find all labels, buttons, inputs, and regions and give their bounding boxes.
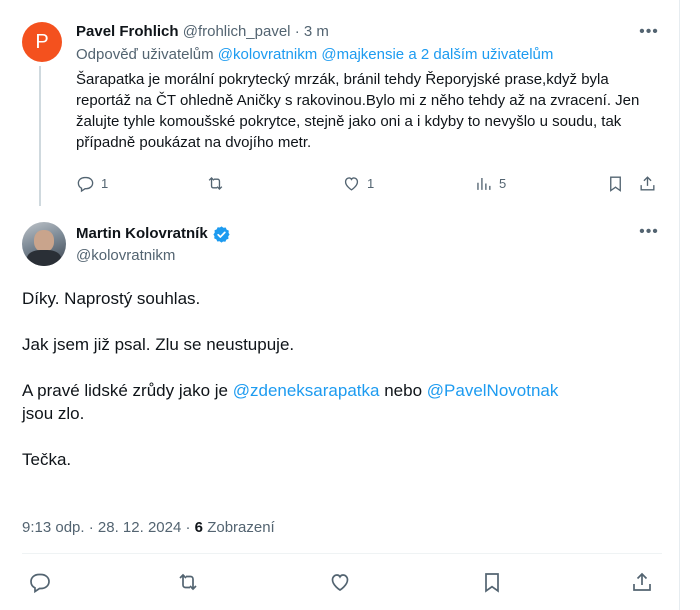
avatar-head bbox=[34, 230, 54, 252]
heart-icon bbox=[331, 574, 349, 591]
timestamp[interactable]: 3 m bbox=[304, 23, 329, 40]
share-icon bbox=[633, 572, 651, 591]
avatar[interactable] bbox=[22, 222, 66, 266]
text-fragment: A pravé lidské zrůdy jako je bbox=[22, 381, 228, 400]
timeline-frame: P Pavel Frohlich @frohlich_pavel · 3 m •… bbox=[0, 0, 680, 610]
retweet-button[interactable] bbox=[176, 570, 200, 599]
comment-icon bbox=[30, 573, 50, 594]
mention-link[interactable]: @zdeneksarapatka bbox=[233, 381, 380, 400]
reply-button[interactable] bbox=[28, 570, 52, 599]
retweet-icon bbox=[208, 177, 223, 190]
text-fragment: nebo bbox=[384, 381, 423, 400]
like-button[interactable]: 1 bbox=[342, 174, 374, 193]
avatar-letter: P bbox=[35, 30, 49, 53]
comment-icon bbox=[77, 176, 94, 193]
tweet-meta: 9:13 odp. · 28. 12. 2024 · 6 Zobrazení bbox=[22, 518, 275, 538]
mention-link[interactable]: @PavelNovotnak bbox=[427, 381, 559, 400]
reply-tweet[interactable]: P Pavel Frohlich @frohlich_pavel · 3 m •… bbox=[0, 0, 680, 206]
replying-prefix: Odpověď uživatelům bbox=[76, 46, 214, 63]
text-line: Jak jsem již psal. Zlu se neustupuje. bbox=[22, 335, 295, 354]
author-handle[interactable]: @frohlich_pavel bbox=[183, 23, 291, 40]
more-dots-icon[interactable]: ••• bbox=[638, 22, 660, 42]
tweet-text: Díky. Naprostý souhlas. Jak jsem již psa… bbox=[22, 287, 662, 471]
bookmark-button[interactable] bbox=[606, 174, 625, 193]
verified-badge-icon[interactable] bbox=[212, 225, 231, 244]
retweet-button[interactable] bbox=[206, 174, 231, 193]
share-button[interactable] bbox=[630, 570, 654, 599]
retweet-icon bbox=[179, 573, 197, 591]
bookmark-icon bbox=[610, 176, 621, 192]
author-name[interactable]: Martin Kolovratník bbox=[76, 224, 208, 244]
reply-button[interactable]: 1 bbox=[76, 174, 108, 193]
analytics-icon bbox=[477, 177, 491, 190]
mention-link[interactable]: @kolovratnikm bbox=[218, 46, 317, 63]
separator-dot: · bbox=[294, 23, 300, 40]
tweet-time[interactable]: 9:13 odp. bbox=[22, 519, 85, 536]
thread-line bbox=[39, 66, 41, 206]
more-dots-icon[interactable]: ••• bbox=[638, 222, 660, 242]
others-link[interactable]: a 2 dalším uživatelům bbox=[408, 46, 553, 63]
action-bar: 1 1 5 bbox=[76, 174, 666, 196]
reply-count: 1 bbox=[101, 176, 109, 191]
action-bar bbox=[22, 570, 662, 598]
bookmark-icon bbox=[485, 573, 499, 593]
text-line: Tečka. bbox=[22, 450, 72, 469]
heart-icon bbox=[344, 177, 359, 191]
replying-to: Odpověď uživatelům @kolovratnikm @majken… bbox=[76, 45, 553, 65]
tweet-date[interactable]: 28. 12. 2024 bbox=[98, 519, 181, 536]
text-fragment: jsou zlo. bbox=[22, 404, 85, 423]
share-icon bbox=[640, 176, 655, 191]
like-button[interactable] bbox=[328, 570, 352, 599]
author-name[interactable]: Pavel Frohlich bbox=[76, 23, 179, 40]
author-handle[interactable]: @kolovratnikm bbox=[76, 246, 175, 266]
text-line: A pravé lidské zrůdy jako je @zdeneksara… bbox=[22, 379, 662, 425]
avatar-body bbox=[27, 250, 61, 266]
tweet-text: Šarapatka je morální pokrytecký mrzák, b… bbox=[76, 71, 640, 151]
divider bbox=[22, 553, 662, 554]
avatar[interactable]: P bbox=[22, 22, 62, 62]
views-button[interactable]: 5 bbox=[474, 174, 506, 193]
mention-link[interactable]: @majkensie bbox=[321, 46, 404, 63]
views-count: 5 bbox=[499, 176, 507, 191]
views-label: Zobrazení bbox=[207, 519, 275, 536]
separator-dot: · bbox=[88, 519, 94, 536]
reply-header: Pavel Frohlich @frohlich_pavel · 3 m bbox=[76, 22, 329, 42]
separator-dot: · bbox=[185, 519, 191, 536]
views-count: 6 bbox=[194, 519, 204, 536]
share-button[interactable] bbox=[638, 174, 657, 193]
bookmark-button[interactable] bbox=[480, 570, 504, 599]
author-name-row: Martin Kolovratník bbox=[76, 224, 231, 244]
like-count: 1 bbox=[367, 176, 375, 191]
text-line: Díky. Naprostý souhlas. bbox=[22, 289, 201, 308]
